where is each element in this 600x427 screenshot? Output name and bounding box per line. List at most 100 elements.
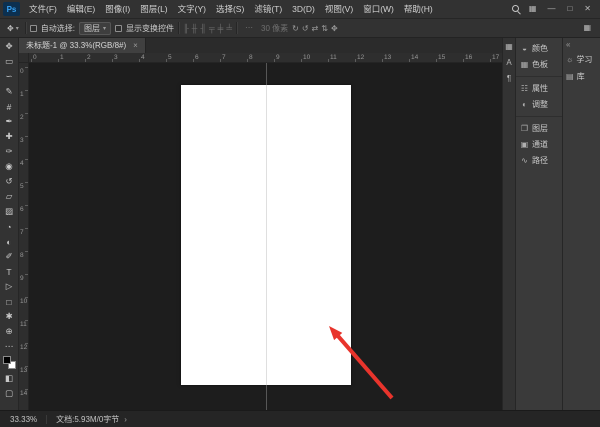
history-brush-tool[interactable]: ↺ xyxy=(0,174,18,189)
more-options-icon[interactable]: ⋯ xyxy=(241,21,257,35)
hand-tool[interactable]: ✱ xyxy=(0,309,18,324)
ruler-tick xyxy=(25,228,28,229)
shape-tool[interactable]: □ xyxy=(0,294,18,309)
ruler-number: 10 xyxy=(303,54,311,61)
lasso-tool[interactable]: ∽ xyxy=(0,69,18,84)
3d-drag-icon[interactable]: ⇄ xyxy=(312,24,319,33)
3d-scale-icon[interactable]: ✥ xyxy=(331,24,338,33)
search-icon[interactable] xyxy=(511,4,521,14)
menu-item[interactable]: 选择(S) xyxy=(211,3,249,15)
character-panel-icon[interactable]: A xyxy=(506,58,511,67)
status-expand-icon[interactable]: › xyxy=(124,415,127,424)
align-right-edges-icon[interactable]: ╢ xyxy=(200,24,206,33)
clone-stamp-tool[interactable]: ◉ xyxy=(0,159,18,174)
workspace-switcher-icon[interactable]: ▦ xyxy=(525,2,541,16)
align-top-edges-icon[interactable]: ╤ xyxy=(209,24,215,33)
ruler-number: 3 xyxy=(114,54,118,61)
swatches-panel[interactable]: ▦ 色板 xyxy=(516,59,562,70)
color-panel[interactable]: ◒ 颜色 xyxy=(516,43,562,54)
auto-select-checkbox[interactable] xyxy=(29,24,37,32)
3d-roll-icon[interactable]: ↺ xyxy=(302,24,309,33)
horizontal-ruler[interactable]: 0 1 2 3 4 5 6 7 8 9 10 11 12 13 14 15 16 17 xyxy=(19,53,502,63)
canvas-area[interactable] xyxy=(29,63,502,410)
brush-tool[interactable]: ✑ xyxy=(0,144,18,159)
properties-panel[interactable]: ☷ 属性 xyxy=(516,83,562,94)
blur-tool[interactable]: ◔ xyxy=(0,219,18,234)
eraser-tool[interactable]: ▱ xyxy=(0,189,18,204)
ruler-tick xyxy=(490,59,491,62)
ruler-tick xyxy=(193,59,194,62)
adjustments-panel[interactable]: ◐ 调整 xyxy=(516,99,562,110)
menu-item[interactable]: 图像(I) xyxy=(100,3,135,15)
menu-item[interactable]: 帮助(H) xyxy=(399,3,438,15)
close-button[interactable]: ✕ xyxy=(579,2,596,16)
move-tool[interactable]: ✥ xyxy=(0,39,18,54)
document-tab[interactable]: 未标题-1 @ 33.3%(RGB/8#) × xyxy=(19,38,146,53)
panel-label: 颜色 xyxy=(532,44,548,53)
screen-mode-button[interactable]: ▢ xyxy=(0,386,18,401)
3d-rotate-icon[interactable]: ↻ xyxy=(292,24,299,33)
grid-panel-icon[interactable]: ▦ xyxy=(505,42,513,51)
close-tab-icon[interactable]: × xyxy=(133,41,138,50)
ruler-number: 13 xyxy=(20,367,28,374)
healing-brush-tool[interactable]: ✚ xyxy=(0,129,18,144)
ruler-tick xyxy=(58,59,59,62)
crop-tool[interactable]: # xyxy=(0,99,18,114)
ruler-number: 6 xyxy=(195,54,199,61)
menu-item[interactable]: 滤镜(T) xyxy=(249,3,287,15)
auto-select-dropdown[interactable]: 图层 ▾ xyxy=(78,21,111,35)
show-transform-checkbox[interactable] xyxy=(114,24,122,32)
channels-panel[interactable]: ▣ 通道 xyxy=(516,139,562,150)
ruler-origin xyxy=(19,53,29,62)
menu-item[interactable]: 视图(V) xyxy=(320,3,358,15)
maximize-button[interactable]: □ xyxy=(562,2,577,16)
ruler-number: 12 xyxy=(20,344,28,351)
ruler-number: 8 xyxy=(20,252,24,259)
edit-toolbar-icon[interactable]: ⋯ xyxy=(0,339,18,354)
quick-selection-tool[interactable]: ✎ xyxy=(0,84,18,99)
learn-panel[interactable]: ☼ 学习 xyxy=(563,54,600,65)
ruler-tick xyxy=(355,59,356,62)
dodge-tool[interactable]: ◐ xyxy=(0,234,18,249)
align-vertical-centers-icon[interactable]: ╪ xyxy=(218,24,224,33)
color-swatches[interactable] xyxy=(2,356,16,369)
menu-item[interactable]: 编辑(E) xyxy=(62,3,100,15)
libraries-panel[interactable]: ▤ 库 xyxy=(563,71,600,82)
eyedropper-tool[interactable]: ✒ xyxy=(0,114,18,129)
ruler-tick xyxy=(25,182,28,183)
marquee-tool[interactable]: ▭ xyxy=(0,54,18,69)
minimize-button[interactable]: — xyxy=(542,2,560,16)
menu-item[interactable]: 图层(L) xyxy=(135,3,172,15)
menu-item[interactable]: 文件(F) xyxy=(24,3,62,15)
ruler-tick xyxy=(274,59,275,62)
layers-panel[interactable]: ❐ 图层 xyxy=(516,123,562,134)
align-bottom-edges-icon[interactable]: ╧ xyxy=(226,24,232,33)
ruler-number: 15 xyxy=(438,54,446,61)
tool-preset-picker[interactable]: ✥ ▾ xyxy=(5,24,21,33)
align-horizontal-centers-icon[interactable]: ╫ xyxy=(192,24,198,33)
workspace-icon[interactable]: ▦ xyxy=(579,21,595,35)
pen-tool[interactable]: ✐ xyxy=(0,249,18,264)
paragraph-panel-icon[interactable]: ¶ xyxy=(507,74,511,83)
ruler-number: 7 xyxy=(222,54,226,61)
zoom-tool[interactable]: ⊕ xyxy=(0,324,18,339)
quick-mask-button[interactable]: ◧ xyxy=(0,371,18,386)
align-icons: ╟ ╫ ╢ ╤ ╪ ╧ xyxy=(183,24,232,33)
panel-label: 学习 xyxy=(576,55,593,64)
menu-item[interactable]: 文字(Y) xyxy=(173,3,211,15)
gradient-tool[interactable]: ▨ xyxy=(0,204,18,219)
menu-item[interactable]: 窗口(W) xyxy=(358,3,399,15)
ruler-number: 9 xyxy=(276,54,280,61)
path-selection-tool[interactable]: ▷ xyxy=(0,279,18,294)
status-bar: 33.33% 文档:5.93M/0字节 › xyxy=(0,410,600,427)
align-left-edges-icon[interactable]: ╟ xyxy=(183,24,189,33)
paths-panel[interactable]: ∿ 路径 xyxy=(516,155,562,166)
type-tool[interactable]: T xyxy=(0,264,18,279)
zoom-level[interactable]: 33.33% xyxy=(10,414,48,424)
collapse-panels-icon[interactable]: « xyxy=(563,40,600,51)
foreground-color-swatch[interactable] xyxy=(2,356,11,364)
menu-item[interactable]: 3D(D) xyxy=(287,4,320,14)
libraries-panel-icon: ▤ xyxy=(566,72,574,81)
3d-slide-icon[interactable]: ⇅ xyxy=(321,24,328,33)
vertical-ruler[interactable]: 0 1 2 3 4 5 6 7 8 9 10 11 12 13 14 xyxy=(19,63,29,410)
